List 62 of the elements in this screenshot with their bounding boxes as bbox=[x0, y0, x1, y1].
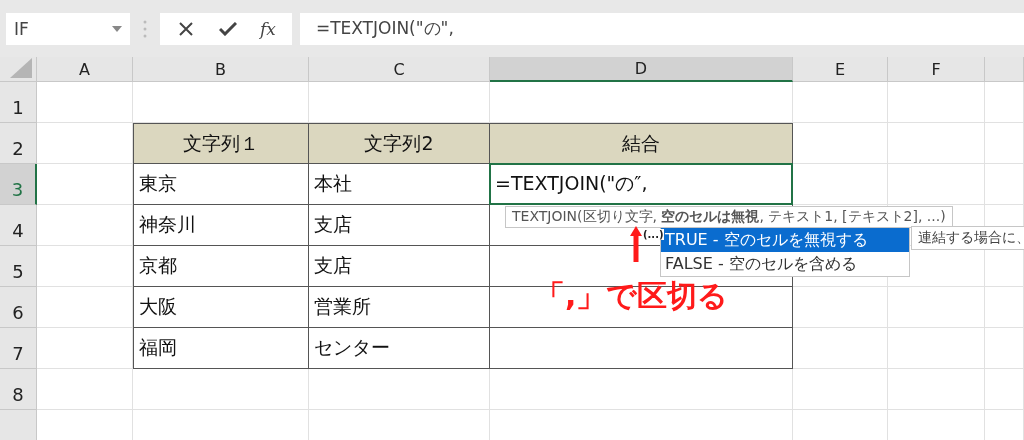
table-cell[interactable]: 東京 bbox=[133, 164, 309, 205]
grid-cell[interactable] bbox=[888, 369, 985, 410]
grid-cell[interactable] bbox=[888, 164, 985, 205]
column-header[interactable]: C bbox=[309, 57, 490, 82]
grid-cell[interactable] bbox=[985, 82, 1024, 123]
active-cell[interactable]: =TEXTJOIN("の″, bbox=[489, 163, 793, 205]
grid-cell[interactable] bbox=[793, 164, 888, 205]
row-header[interactable]: 5 bbox=[0, 246, 37, 287]
name-box[interactable]: IF bbox=[6, 12, 130, 45]
annotation: 「,」で区切る bbox=[535, 277, 729, 315]
grid-cell[interactable] bbox=[888, 82, 985, 123]
grid-cell[interactable] bbox=[985, 328, 1024, 369]
header-cell: 文字列2 bbox=[309, 123, 490, 164]
row-header[interactable]: 1 bbox=[0, 82, 37, 123]
grid-cell[interactable] bbox=[309, 369, 490, 410]
grid-cell[interactable] bbox=[793, 123, 888, 164]
column-header[interactable]: A bbox=[37, 57, 133, 82]
row-header[interactable]: 4 bbox=[0, 205, 37, 246]
table-cell[interactable]: 福岡 bbox=[133, 328, 309, 369]
grid-cell[interactable] bbox=[37, 82, 133, 123]
hint-tooltip: 連結する場合に、 bbox=[911, 226, 1024, 250]
grid-cell[interactable] bbox=[490, 369, 793, 410]
row-header[interactable]: 2 bbox=[0, 123, 37, 164]
row-header[interactable] bbox=[0, 410, 37, 440]
grid-cell[interactable] bbox=[985, 369, 1024, 410]
grid-cell[interactable] bbox=[888, 287, 985, 328]
row-header[interactable]: 3 bbox=[0, 164, 37, 205]
row-header[interactable]: 8 bbox=[0, 369, 37, 410]
function-tooltip: TEXTJOIN(区切り文字, 空のセルは無視, テキスト1, [テキスト2], ...) bbox=[505, 206, 953, 228]
grid-cell[interactable] bbox=[793, 328, 888, 369]
table-cell[interactable]: センター bbox=[309, 328, 490, 369]
table-cell[interactable]: 神奈川 bbox=[133, 205, 309, 246]
column-header[interactable]: B bbox=[133, 57, 309, 82]
grid-cell[interactable] bbox=[888, 123, 985, 164]
arrow-icon bbox=[630, 226, 642, 262]
column-header[interactable]: D bbox=[490, 57, 793, 82]
column-header[interactable]: F bbox=[888, 57, 985, 82]
row-header[interactable]: 6 bbox=[0, 287, 37, 328]
insert-function-button[interactable]: fx bbox=[260, 18, 276, 39]
grid-cell[interactable] bbox=[793, 369, 888, 410]
row-header[interactable]: 7 bbox=[0, 328, 37, 369]
grid-cell[interactable] bbox=[985, 164, 1024, 205]
caret-icon[interactable] bbox=[112, 25, 122, 32]
grid-cell[interactable] bbox=[793, 82, 888, 123]
formula-field[interactable]: =TEXTJOIN("の", bbox=[299, 12, 1024, 45]
header-cell: 結合 bbox=[490, 123, 793, 164]
table-cell[interactable]: 支店 bbox=[309, 246, 490, 287]
grid-cell[interactable] bbox=[37, 369, 133, 410]
header-cell: 文字列１ bbox=[133, 123, 309, 164]
table-cell[interactable]: 営業所 bbox=[309, 287, 490, 328]
table-cell[interactable]: 大阪 bbox=[133, 287, 309, 328]
grid-cell[interactable] bbox=[985, 123, 1024, 164]
column-header[interactable] bbox=[985, 57, 1024, 82]
argument-ellipsis: (...) bbox=[643, 229, 664, 240]
table-cell[interactable]: 京都 bbox=[133, 246, 309, 287]
column-header[interactable]: E bbox=[793, 57, 888, 82]
grid-cell[interactable] bbox=[133, 369, 309, 410]
grid-cell[interactable] bbox=[793, 287, 888, 328]
table-cell[interactable]: 支店 bbox=[309, 205, 490, 246]
table-cell[interactable] bbox=[490, 328, 793, 369]
grid-cell[interactable] bbox=[985, 287, 1024, 328]
grid-cell[interactable] bbox=[888, 328, 985, 369]
